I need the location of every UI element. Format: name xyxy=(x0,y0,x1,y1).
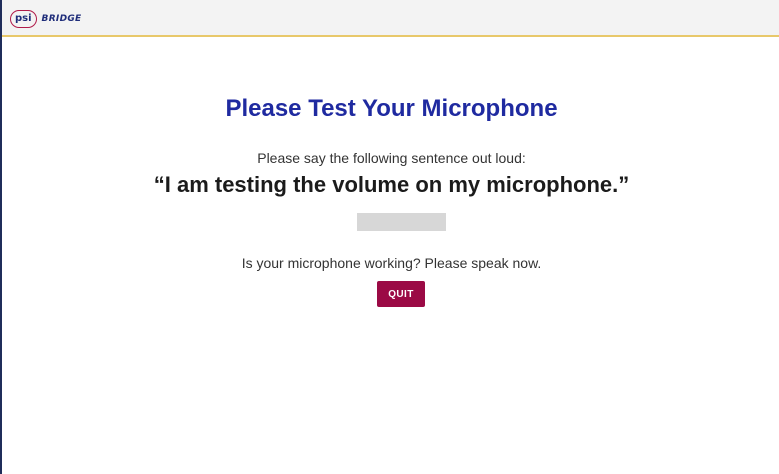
psi-logo-badge: psi xyxy=(10,10,37,28)
psi-bridge-logo: psi BRIDGE xyxy=(10,10,82,28)
microphone-question: Is your microphone working? Please speak… xyxy=(241,255,542,271)
microphone-level-meter xyxy=(357,213,446,231)
top-bar: psi BRIDGE xyxy=(2,0,779,37)
quit-button[interactable]: QUIT xyxy=(377,281,425,307)
test-sentence: “I am testing the volume on my microphon… xyxy=(153,172,630,197)
instruction-text: Please say the following sentence out lo… xyxy=(257,150,526,166)
bridge-logo-text: BRIDGE xyxy=(41,14,82,24)
app-frame: psi BRIDGE Please Test Your Microphone P… xyxy=(0,0,779,474)
page-title: Please Test Your Microphone xyxy=(225,95,558,122)
